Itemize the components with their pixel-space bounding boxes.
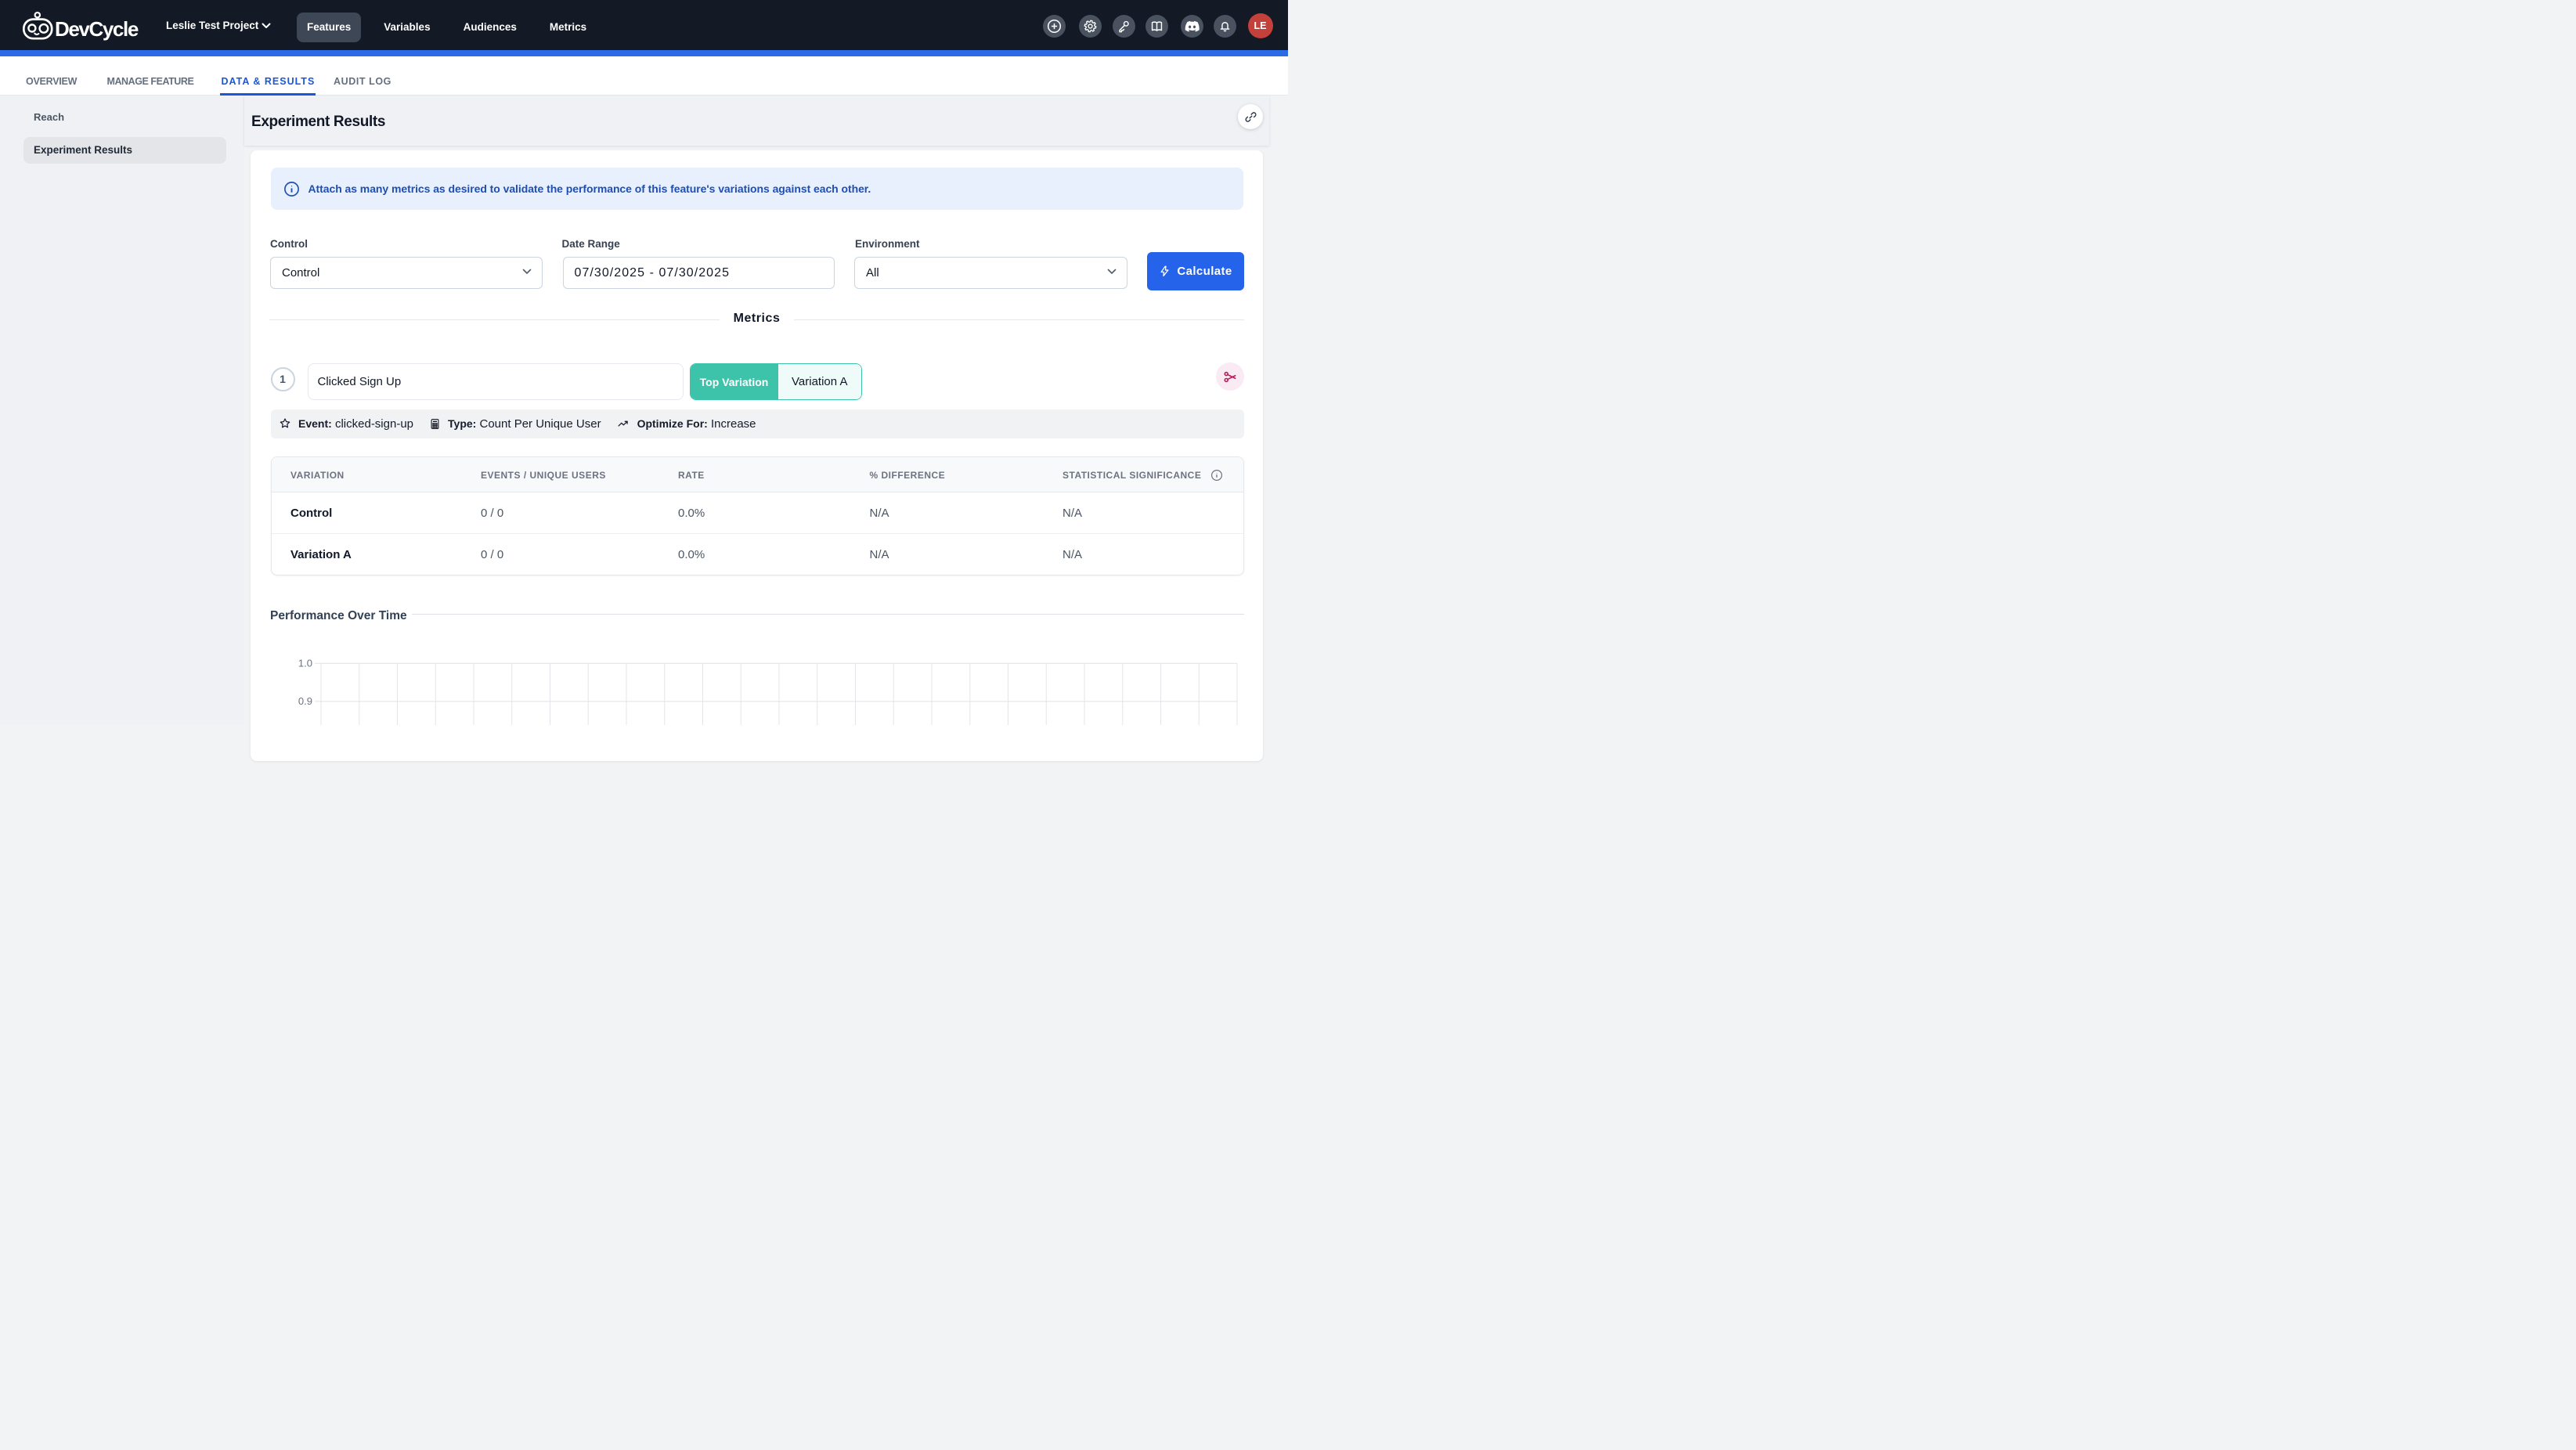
svg-text:0.9: 0.9: [298, 695, 312, 707]
svg-text:1.0: 1.0: [298, 658, 312, 669]
